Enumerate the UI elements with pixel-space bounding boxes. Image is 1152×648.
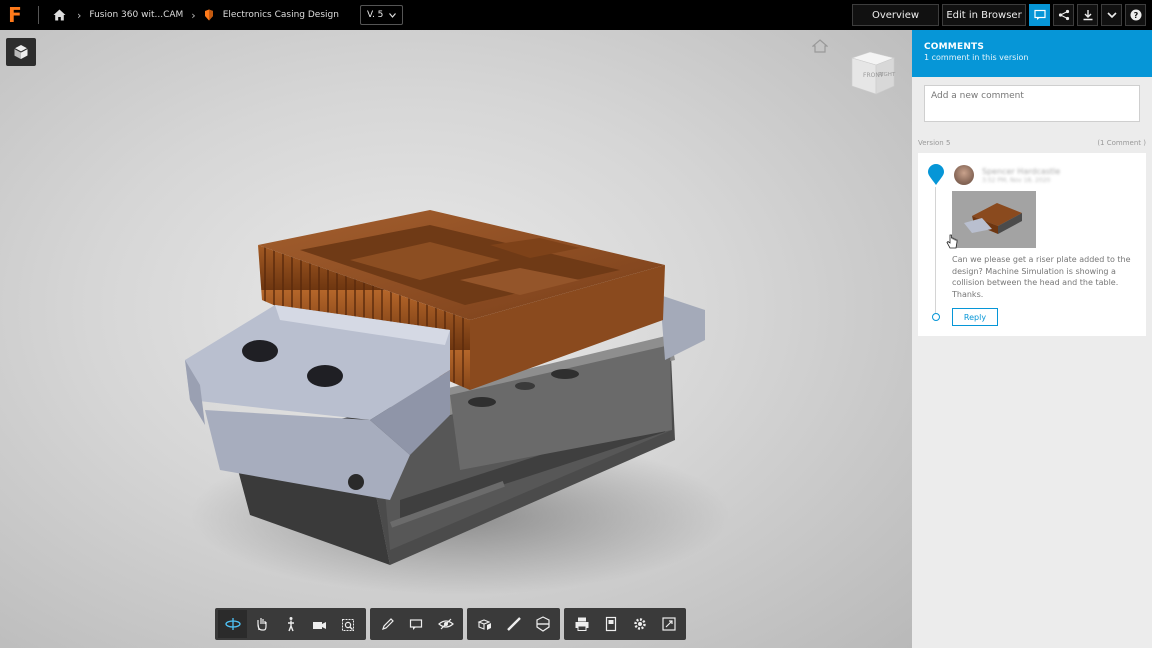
- pan-icon: [256, 618, 267, 631]
- model-browser-button[interactable]: [6, 38, 36, 66]
- overview-button[interactable]: Overview: [852, 4, 939, 26]
- version-label: Version 5: [918, 139, 951, 147]
- top-bar: F › Fusion 360 wit...CAM › Electronics C…: [0, 0, 1152, 30]
- pan-tool[interactable]: [247, 610, 276, 638]
- utility-tool-group: [564, 608, 686, 640]
- properties-tool[interactable]: [596, 610, 625, 638]
- fusion-logo[interactable]: F: [0, 0, 30, 30]
- visibility-icon: [437, 618, 454, 630]
- location-pin-icon[interactable]: [927, 164, 945, 186]
- cube-icon: [14, 45, 28, 59]
- hand-cursor-icon: [946, 234, 958, 249]
- walk-tool[interactable]: [276, 610, 305, 638]
- thread-line: [935, 187, 936, 313]
- help-icon: ?: [1130, 9, 1141, 21]
- new-comment-input[interactable]: Add a new comment: [924, 85, 1140, 122]
- help-button[interactable]: ?: [1125, 4, 1146, 26]
- top-actions: Overview Edit in Browser ?: [852, 0, 1152, 30]
- fit-to-view-tool[interactable]: [334, 610, 363, 638]
- reply-indicator-icon: [932, 313, 940, 321]
- comment-count: (1 Comment ): [1097, 139, 1146, 147]
- comment-tool[interactable]: [402, 610, 431, 638]
- walk-icon: [287, 617, 294, 632]
- share-icon: [1058, 9, 1069, 21]
- edit-in-browser-button[interactable]: Edit in Browser: [942, 4, 1026, 26]
- settings-icon: [633, 618, 646, 630]
- comments-toggle-button[interactable]: [1029, 4, 1050, 26]
- home-view-icon[interactable]: [812, 39, 828, 53]
- model-viewer[interactable]: FRONT RIGHT: [0, 30, 912, 648]
- fit-icon: [341, 619, 354, 631]
- design-file-icon: [204, 9, 213, 21]
- markup-tool-group: [370, 608, 463, 640]
- chevron-down-icon: [389, 12, 397, 18]
- camera-tool[interactable]: [305, 610, 334, 638]
- chevron-down-icon: [1106, 12, 1117, 19]
- comments-title: COMMENTS: [924, 42, 985, 52]
- markup-icon: [381, 618, 394, 630]
- download-icon: [1083, 10, 1092, 21]
- print-tool[interactable]: [567, 610, 596, 638]
- breadcrumb-design: Electronics Casing Design: [222, 10, 339, 20]
- comments-subtitle: 1 comment in this version: [924, 53, 1029, 62]
- version-dropdown[interactable]: V. 5: [359, 5, 404, 25]
- section-tool[interactable]: [528, 610, 557, 638]
- download-button[interactable]: [1077, 4, 1098, 26]
- orbit-tool[interactable]: [218, 610, 247, 638]
- fullscreen-tool[interactable]: [654, 610, 683, 638]
- comments-header: COMMENTS 1 comment in this version: [912, 30, 1152, 77]
- camera-icon: [312, 622, 326, 629]
- print-icon: [575, 617, 588, 631]
- measure-icon: [506, 617, 521, 631]
- properties-icon: [605, 616, 616, 632]
- visibility-tool[interactable]: [431, 610, 460, 638]
- comment-icon: [409, 619, 422, 630]
- measure-tool[interactable]: [499, 610, 528, 638]
- svg-text:?: ?: [1133, 11, 1138, 20]
- comments-panel: COMMENTS 1 comment in this version Add a…: [912, 30, 1152, 648]
- fullscreen-icon: [661, 617, 676, 631]
- comment-icon: [1033, 9, 1046, 20]
- explode-icon: [477, 619, 491, 630]
- breadcrumb-project[interactable]: Fusion 360 wit...CAM: [89, 10, 183, 20]
- settings-tool[interactable]: [625, 610, 654, 638]
- breadcrumb-chevron-icon: ›: [191, 8, 196, 22]
- breadcrumb-chevron-icon: ›: [77, 8, 82, 22]
- markup-tool[interactable]: [373, 610, 402, 638]
- 3d-model[interactable]: [160, 170, 740, 610]
- model-tool-group: [467, 608, 560, 640]
- comment-date: 3:52 PM, Nov 18, 2020: [982, 177, 1051, 184]
- comment-author: Spencer Hardcastle: [982, 167, 1061, 176]
- viewcube-right-label: RIGHT: [878, 72, 896, 78]
- home-icon[interactable]: [49, 0, 69, 30]
- comment-text: Can we please get a riser plate added to…: [952, 255, 1131, 299]
- explode-tool[interactable]: [470, 610, 499, 638]
- view-cube[interactable]: FRONT RIGHT: [848, 48, 898, 100]
- avatar: [954, 165, 974, 185]
- navigation-tool-group: [215, 608, 366, 640]
- more-options-button[interactable]: [1101, 4, 1122, 26]
- reply-button[interactable]: Reply: [952, 308, 998, 326]
- version-label: V. 5: [366, 10, 384, 20]
- viewer-toolbar: [215, 608, 686, 640]
- comment-snapshot-thumbnail[interactable]: [952, 191, 1036, 248]
- share-button[interactable]: [1053, 4, 1074, 26]
- section-icon: [535, 616, 550, 632]
- orbit-icon: [224, 618, 241, 630]
- version-row: Version 5 (1 Comment ): [918, 139, 1146, 147]
- divider: [38, 6, 39, 24]
